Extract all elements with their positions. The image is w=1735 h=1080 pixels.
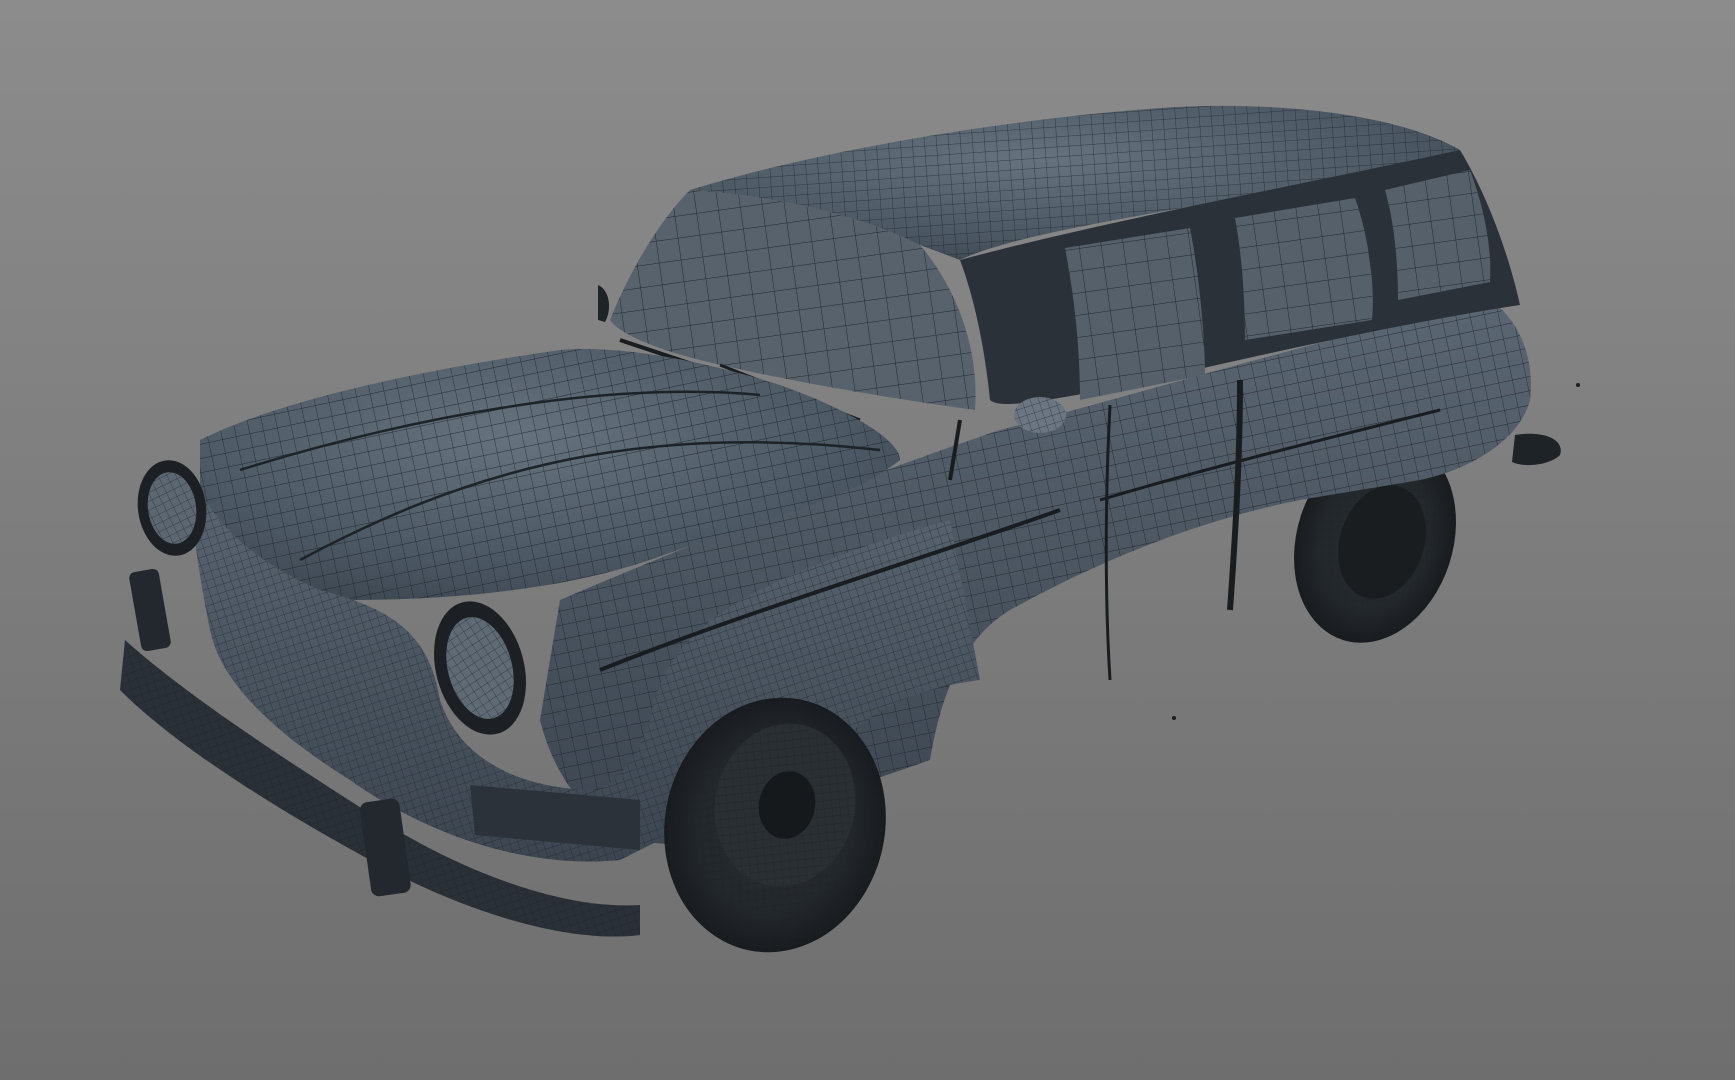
mirror-left: [598, 285, 610, 322]
mirror-right: [1014, 397, 1066, 433]
rear-bumper-hitch: [1512, 433, 1561, 466]
stray-vertex: [1172, 716, 1176, 720]
car-wireframe-model[interactable]: [0, 0, 1735, 1080]
stray-vertex: [1576, 383, 1580, 387]
3d-viewport[interactable]: [0, 0, 1735, 1080]
